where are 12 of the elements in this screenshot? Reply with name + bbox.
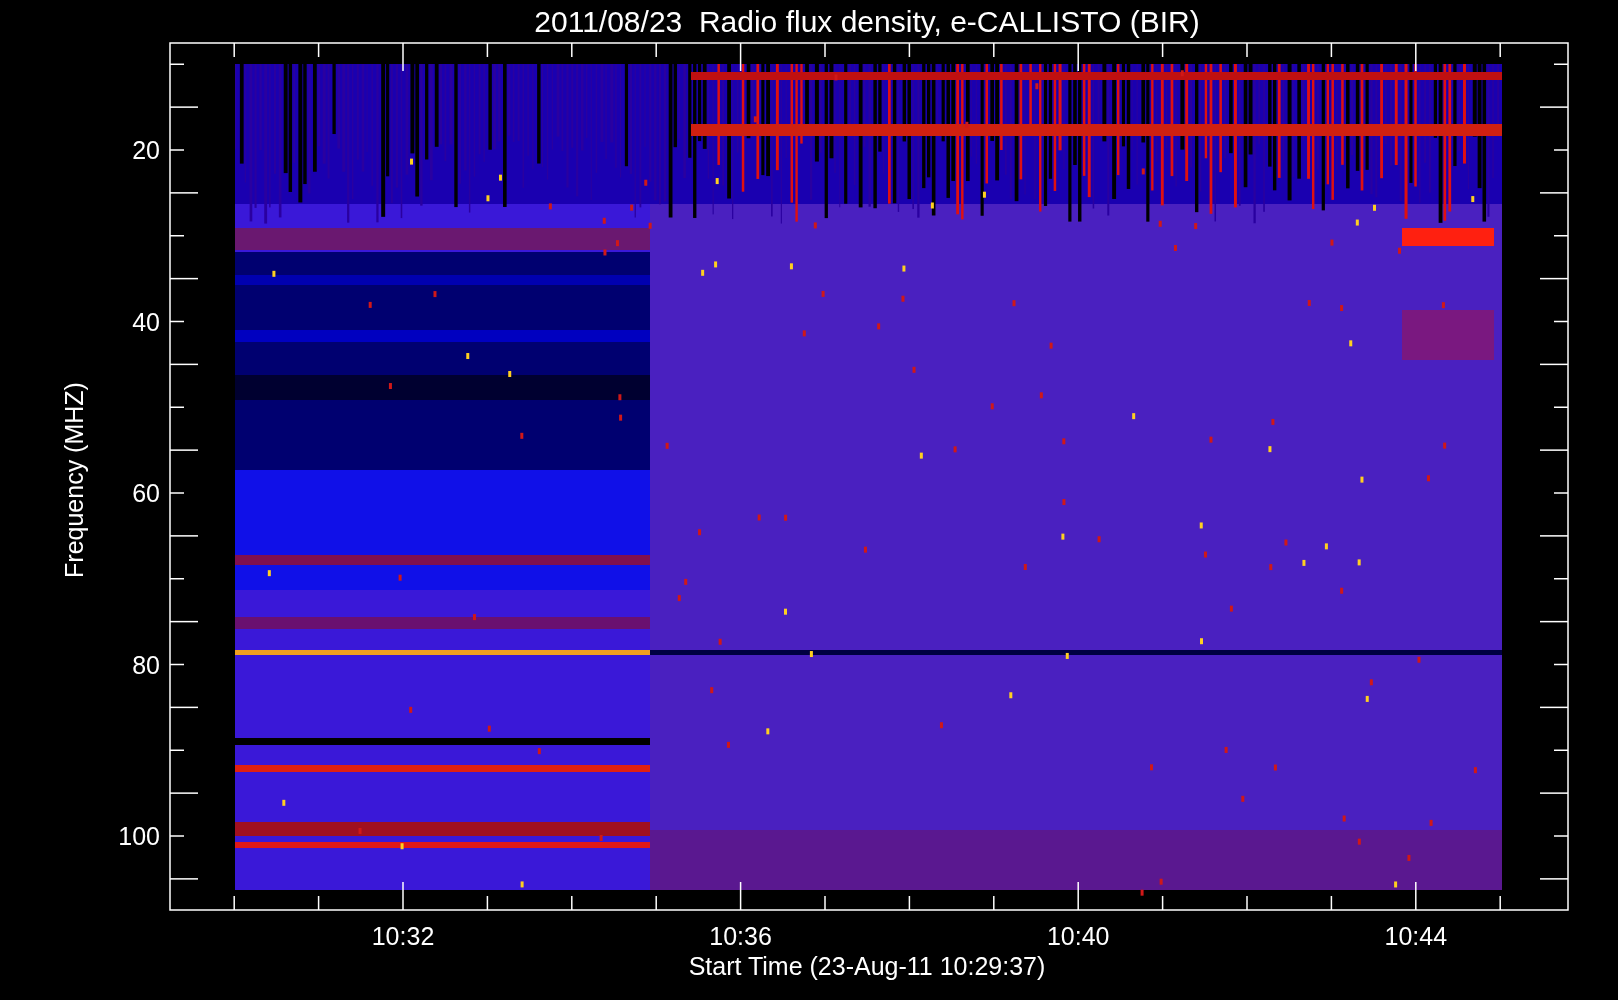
axis-tick-label: 40 [132, 307, 160, 336]
axis-tick-label: 60 [132, 479, 160, 507]
axis-tick-label: 10:40 [1046, 922, 1110, 950]
axis-label: Start Time (23-Aug-11 10:29:37) [688, 952, 1046, 980]
chart-title: 2011/08/23 Radio flux density, e-CALLISTO (BIR) [534, 5, 1200, 38]
axis-tick-label: 10:36 [709, 922, 772, 950]
axis-tick-label: 20 [132, 136, 160, 164]
axis-tick-label: 10:44 [1384, 922, 1448, 950]
axis-tick-label: 80 [132, 650, 160, 679]
axis-tick-label: 10:32 [371, 922, 435, 950]
axis-tick-label: 100 [118, 822, 160, 850]
axis-label: Frequency (MHZ) [60, 382, 88, 578]
